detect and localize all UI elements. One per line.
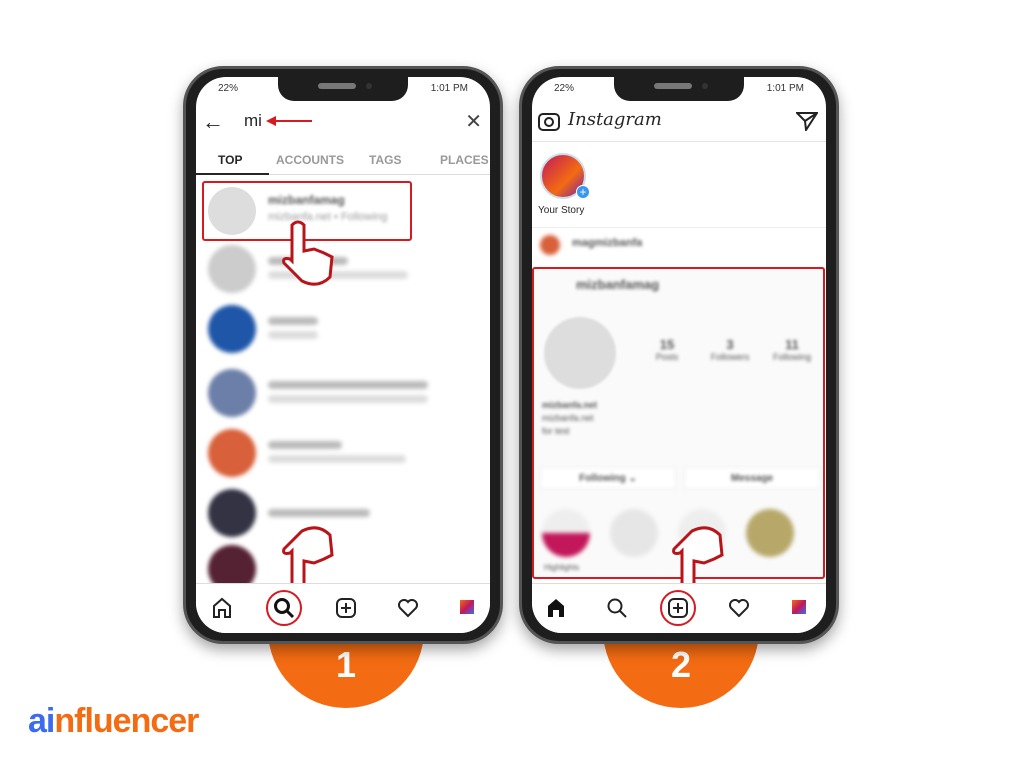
add-story-icon[interactable]: +: [576, 185, 590, 199]
pointing-hand-icon: [282, 220, 334, 286]
heart-icon[interactable]: [727, 596, 751, 620]
battery: 22%: [218, 83, 239, 94]
tab-accounts[interactable]: ACCOUNTS: [276, 153, 344, 167]
step-number: 1: [335, 644, 357, 685]
search-highlight-circle: [266, 590, 302, 626]
following-count: 11: [785, 337, 799, 352]
profile-icon[interactable]: [460, 600, 474, 614]
profile-icon[interactable]: [792, 600, 806, 614]
search-icon[interactable]: [605, 596, 629, 620]
battery: 22%: [554, 83, 575, 94]
clock: 1:01 PM: [430, 83, 468, 94]
home-icon[interactable]: [544, 596, 568, 620]
ainfluencer-logo: ainfluencer: [28, 702, 199, 740]
following-button[interactable]: Following ⌄: [540, 467, 676, 489]
result-name: mizbanfamag: [268, 193, 345, 207]
bottom-nav: [196, 583, 490, 633]
home-icon[interactable]: [210, 596, 234, 620]
clear-icon[interactable]: ✕: [465, 109, 482, 134]
app-title: Instagram: [568, 109, 662, 130]
feed-account: magmizbanfa: [572, 237, 643, 249]
camera-icon[interactable]: [538, 111, 560, 131]
posts-count: 15: [659, 337, 675, 352]
step-number: 2: [670, 644, 692, 685]
search-input[interactable]: mi: [244, 111, 262, 131]
message-button[interactable]: Message: [684, 467, 820, 489]
bottom-nav: [532, 583, 826, 633]
heart-icon[interactable]: [396, 596, 420, 620]
highlight-label: Highlights: [544, 563, 580, 572]
direct-message-icon[interactable]: [796, 111, 818, 131]
add-post-icon[interactable]: [334, 596, 358, 620]
red-arrow-icon: [266, 116, 312, 126]
avatar: [208, 187, 256, 235]
phone-profile: 22% 1:01 PM Instagram + Your Story magmiz…: [519, 66, 839, 644]
profile-username: mizbanfamag: [576, 277, 660, 292]
add-highlight-circle: [660, 590, 696, 626]
profile-avatar: [544, 317, 616, 389]
tab-tags[interactable]: TAGS: [369, 153, 401, 167]
tab-places[interactable]: PLACES: [440, 153, 489, 167]
tab-top[interactable]: TOP: [218, 153, 242, 167]
story-label: Your Story: [538, 205, 585, 216]
back-arrow-icon[interactable]: ←: [202, 109, 224, 135]
followers-count: 3: [726, 337, 734, 352]
phone-search: 22% 1:01 PM ← mi ✕ TOP ACCOUNTS TAGS PLAC…: [183, 66, 503, 644]
clock: 1:01 PM: [766, 83, 804, 94]
